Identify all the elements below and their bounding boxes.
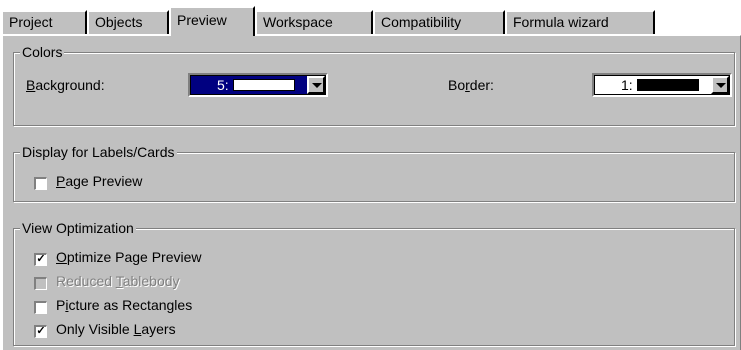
picture-as-rectangles-label[interactable]: Picture as Rectangles: [56, 297, 192, 313]
tab-workspace[interactable]: Workspace: [255, 10, 373, 34]
only-visible-layers-label[interactable]: Only Visible Layers: [56, 321, 176, 337]
border-value: 1:: [621, 77, 633, 93]
picture-as-rectangles-checkbox[interactable]: [34, 301, 47, 314]
tab-label: Project: [9, 14, 53, 30]
background-label: Background:: [26, 77, 105, 93]
border-dropdown-button[interactable]: [711, 76, 729, 94]
preview-options-panel: Project Objects Preview Workspace Compat…: [1, 0, 741, 350]
reduced-tablebody-label: Reduced Tablebody: [56, 273, 180, 289]
border-selection: 1:: [595, 76, 711, 94]
tab-label: Compatibility: [381, 14, 462, 30]
only-visible-layers-checkbox[interactable]: ✓: [34, 325, 47, 338]
border-swatch: [636, 79, 699, 91]
colors-group: Colors Background: 5: Border: 1:: [13, 44, 735, 126]
display-group-label: Display for Labels/Cards: [20, 144, 177, 160]
colors-group-label: Colors: [20, 44, 65, 60]
tab-body: Colors Background: 5: Border: 1: Display…: [1, 34, 741, 350]
tab-label: Objects: [95, 14, 143, 30]
view-group-label: View Optimization: [20, 220, 136, 236]
border-combo[interactable]: 1:: [592, 73, 732, 97]
display-group: Display for Labels/Cards Page Preview: [13, 144, 735, 202]
tab-strip: Project Objects Preview Workspace Compat…: [1, 0, 741, 36]
tab-label: Preview: [177, 12, 227, 28]
background-selection: 5:: [191, 76, 307, 94]
view-optimization-group: View Optimization ✓ Optimize Page Previe…: [13, 220, 735, 346]
reduced-tablebody-checkbox[interactable]: [34, 277, 47, 290]
tab-formula-wizard[interactable]: Formula wizard: [505, 10, 655, 34]
optimize-page-preview-label[interactable]: Optimize Page Preview: [56, 249, 202, 265]
tab-label: Workspace: [263, 14, 333, 30]
tab-label: Formula wizard: [513, 14, 609, 30]
optimize-page-preview-checkbox[interactable]: ✓: [34, 253, 47, 266]
tab-objects[interactable]: Objects: [87, 10, 169, 34]
tab-preview[interactable]: Preview: [169, 6, 255, 36]
page-preview-label[interactable]: Page Preview: [56, 173, 142, 189]
background-value: 5:: [217, 77, 229, 93]
background-label-text: ackground:: [35, 77, 105, 93]
background-swatch: [232, 79, 295, 91]
border-label: Border:: [448, 77, 494, 93]
page-preview-checkbox[interactable]: [34, 177, 47, 190]
tab-compatibility[interactable]: Compatibility: [373, 10, 505, 34]
background-combo[interactable]: 5:: [188, 73, 328, 97]
background-dropdown-button[interactable]: [307, 76, 325, 94]
tab-project[interactable]: Project: [1, 10, 87, 34]
